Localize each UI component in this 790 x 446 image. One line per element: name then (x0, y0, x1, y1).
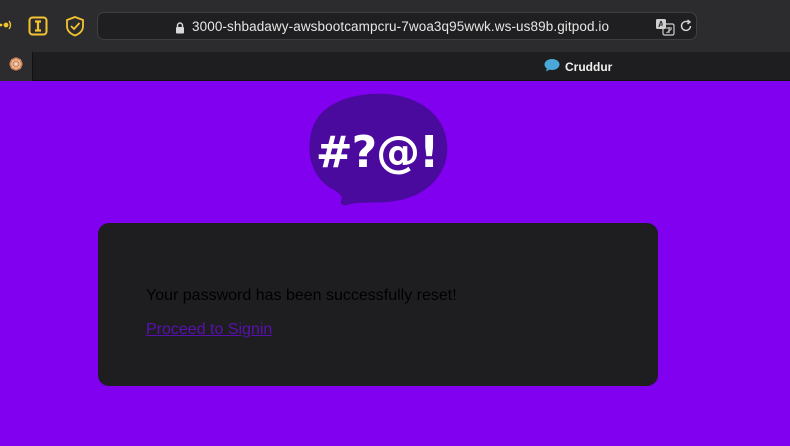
logo: #?@! (307, 91, 449, 209)
address-bar[interactable]: 3000-shbadawy-awsbootcampcru-7woa3q95wwk… (97, 12, 697, 40)
pinned-tab[interactable] (0, 52, 33, 81)
i-icon[interactable] (28, 16, 48, 36)
lock-icon (175, 21, 185, 34)
logo-glyphs: #?@! (316, 127, 438, 178)
translate-icon[interactable]: A (655, 18, 675, 36)
browser-toolbar: 3000-shbadawy-awsbootcampcru-7woa3q95wwk… (0, 0, 790, 52)
dots-icon[interactable] (0, 17, 12, 33)
reload-icon[interactable] (679, 19, 693, 33)
flower-icon (8, 56, 24, 77)
tab-bar: Cruddur (0, 52, 790, 81)
speech-bubble-icon (544, 58, 560, 77)
success-card: Your password has been successfully rese… (98, 223, 658, 386)
page-content: #?@! Your password has been successfully… (0, 81, 790, 446)
tab-title: Cruddur (565, 60, 613, 74)
shield-check-icon[interactable] (64, 15, 86, 37)
proceed-to-signin-link[interactable]: Proceed to Signin (146, 321, 272, 339)
url-text[interactable]: 3000-shbadawy-awsbootcampcru-7woa3q95wwk… (192, 19, 609, 34)
success-message: Your password has been successfully rese… (146, 287, 457, 304)
tab-cruddur[interactable]: Cruddur (544, 58, 612, 76)
